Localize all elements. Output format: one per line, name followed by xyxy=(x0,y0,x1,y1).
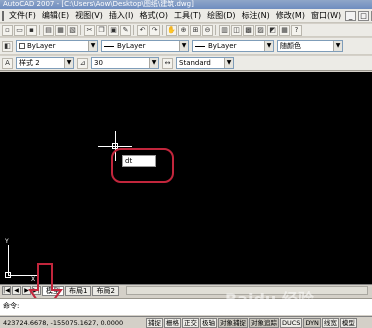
tab-layout2[interactable]: 布局2 xyxy=(92,285,119,296)
menu-format[interactable]: 格式(O) xyxy=(137,10,170,21)
prev-tab-button[interactable]: ◀ xyxy=(12,286,21,295)
menu-draw[interactable]: 绘图(D) xyxy=(205,10,237,21)
properties-toolbar: ◧ ByLayer ▼ ByLayer ▼ ByLayer ▼ 随颜色 ▼ xyxy=(0,38,372,55)
linetype-combo[interactable]: ByLayer ▼ xyxy=(101,40,189,52)
osnap-toggle[interactable]: 对象捕捉 xyxy=(218,317,248,328)
drawing-canvas[interactable]: dt Y X xyxy=(0,72,372,284)
menu-view[interactable]: 视图(V) xyxy=(73,10,105,21)
ucs-y-axis xyxy=(8,245,9,275)
toolbar-separator xyxy=(133,25,135,35)
status-bar: 423724.6678, -155075.1627, 0.0000 捕捉 栅格 … xyxy=(0,316,372,328)
ducs-toggle[interactable]: DUCS xyxy=(280,317,303,328)
window-title: AutoCAD 2007 - [C:\Users\Aow\Desktop\图纸\… xyxy=(3,0,194,8)
otrack-toggle[interactable]: 对象追踪 xyxy=(249,317,279,328)
save-icon[interactable]: ▪ xyxy=(26,24,37,36)
pan-icon[interactable]: ✋ xyxy=(166,24,177,36)
menu-insert[interactable]: 插入(I) xyxy=(107,10,136,21)
chevron-down-icon[interactable]: ▼ xyxy=(88,41,97,51)
tab-layout1[interactable]: 布局1 xyxy=(65,285,92,296)
design-center-icon[interactable]: ◫ xyxy=(231,24,242,36)
text-style-icon[interactable]: A xyxy=(2,57,13,69)
styles-toolbar: A 样式 2 ▼ ⊿ 30 ▼ ↔ Standard ▼ xyxy=(0,56,372,71)
lineweight-combo[interactable]: ByLayer ▼ xyxy=(192,40,274,52)
snap-toggle[interactable]: 捕捉 xyxy=(146,317,163,328)
grid-toggle[interactable]: 栅格 xyxy=(164,317,181,328)
match-properties-icon[interactable]: ✎ xyxy=(120,24,131,36)
open-file-icon[interactable]: ▭ xyxy=(14,24,25,36)
help-icon[interactable]: ? xyxy=(291,24,302,36)
baidu-watermark: Baidu 经验 xyxy=(225,290,314,309)
text-style-combo[interactable]: 样式 2 ▼ xyxy=(16,57,74,69)
coordinate-readout: 423724.6678, -155075.1627, 0.0000 xyxy=(3,318,124,327)
text-style-value: 样式 2 xyxy=(19,59,40,67)
zoom-realtime-icon[interactable]: ⊕ xyxy=(178,24,189,36)
lineweight-sample xyxy=(195,45,205,47)
paste-icon[interactable]: ▣ xyxy=(108,24,119,36)
layer-manager-icon[interactable]: ◧ xyxy=(2,40,13,52)
publish-icon[interactable]: ▧ xyxy=(67,24,78,36)
dim-style-icon[interactable]: ↔ xyxy=(162,57,173,69)
print-icon[interactable]: ▤ xyxy=(43,24,54,36)
linetype-sample xyxy=(104,45,114,47)
menu-window[interactable]: 窗口(W) xyxy=(309,10,343,21)
print-preview-icon[interactable]: ▦ xyxy=(55,24,66,36)
chevron-down-icon[interactable]: ▼ xyxy=(179,41,188,51)
title-bar: AutoCAD 2007 - [C:\Users\Aow\Desktop\图纸\… xyxy=(0,0,372,9)
menu-file[interactable]: 文件(F) xyxy=(7,10,38,21)
text-height-icon[interactable]: ⊿ xyxy=(77,57,88,69)
ucs-y-label: Y xyxy=(5,238,9,245)
polar-toggle[interactable]: 极轴 xyxy=(200,317,217,328)
ortho-toggle[interactable]: 正交 xyxy=(182,317,199,328)
command-line[interactable]: 命令: xyxy=(0,298,372,315)
menu-bar: 文件(F) 编辑(E) 视图(V) 插入(I) 格式(O) 工具(T) 绘图(D… xyxy=(0,9,372,23)
dim-style-combo[interactable]: Standard ▼ xyxy=(176,57,234,69)
color-combo-value: 随颜色 xyxy=(280,42,301,50)
menu-modify[interactable]: 修改(M) xyxy=(274,10,307,21)
toolbar-separator xyxy=(215,25,217,35)
copy-icon[interactable]: ❐ xyxy=(96,24,107,36)
menu-tools[interactable]: 工具(T) xyxy=(172,10,203,21)
undo-icon[interactable]: ↶ xyxy=(137,24,148,36)
first-tab-button[interactable]: |◀ xyxy=(2,286,11,295)
properties-icon[interactable]: ▥ xyxy=(219,24,230,36)
toolbar-separator xyxy=(39,25,41,35)
chevron-down-icon[interactable]: ▼ xyxy=(224,58,233,68)
standard-toolbar: ▫ ▭ ▪ ▤ ▦ ▧ ✂ ❐ ▣ ✎ ↶ ↷ ✋ ⊕ ⊞ ⊖ ▥ ◫ ▩ ▨ … xyxy=(0,24,372,37)
highlight-annotation xyxy=(111,148,174,183)
chevron-down-icon[interactable]: ▼ xyxy=(64,58,73,68)
zoom-previous-icon[interactable]: ⊖ xyxy=(202,24,213,36)
model-toggle[interactable]: 模型 xyxy=(339,317,357,328)
layer-color-swatch xyxy=(19,43,25,49)
autocad-app-icon[interactable] xyxy=(2,10,4,21)
toolbar-separator xyxy=(162,25,164,35)
redo-icon[interactable]: ↷ xyxy=(149,24,160,36)
ucs-origin-box xyxy=(5,272,11,278)
toolbar-separator xyxy=(80,25,82,35)
markup-icon[interactable]: ◩ xyxy=(267,24,278,36)
restore-button[interactable]: □ xyxy=(358,10,370,21)
dyn-toggle[interactable]: DYN xyxy=(303,317,321,328)
layer-combo[interactable]: ByLayer ▼ xyxy=(16,40,98,52)
menu-dimension[interactable]: 标注(N) xyxy=(240,10,272,21)
tool-palettes-icon[interactable]: ▩ xyxy=(243,24,254,36)
minimize-button[interactable]: _ xyxy=(345,10,357,21)
command-prompt: 命令: xyxy=(3,302,20,310)
calculator-icon[interactable]: ▦ xyxy=(279,24,290,36)
lineweight-combo-value: ByLayer xyxy=(208,42,237,50)
dim-style-value: Standard xyxy=(179,59,211,67)
chevron-down-icon[interactable]: ▼ xyxy=(333,41,342,51)
layer-combo-value: ByLayer xyxy=(27,42,56,50)
linetype-combo-value: ByLayer xyxy=(117,42,146,50)
new-file-icon[interactable]: ▫ xyxy=(2,24,13,36)
color-combo[interactable]: 随颜色 ▼ xyxy=(277,40,343,52)
sheet-set-icon[interactable]: ▨ xyxy=(255,24,266,36)
zoom-window-icon[interactable]: ⊞ xyxy=(190,24,201,36)
cut-icon[interactable]: ✂ xyxy=(84,24,95,36)
chevron-down-icon[interactable]: ▼ xyxy=(149,58,158,68)
text-height-combo[interactable]: 30 ▼ xyxy=(91,57,159,69)
menu-edit[interactable]: 编辑(E) xyxy=(40,10,71,21)
lineweight-toggle[interactable]: 线宽 xyxy=(321,317,339,328)
text-height-value: 30 xyxy=(94,59,103,67)
chevron-down-icon[interactable]: ▼ xyxy=(264,41,273,51)
